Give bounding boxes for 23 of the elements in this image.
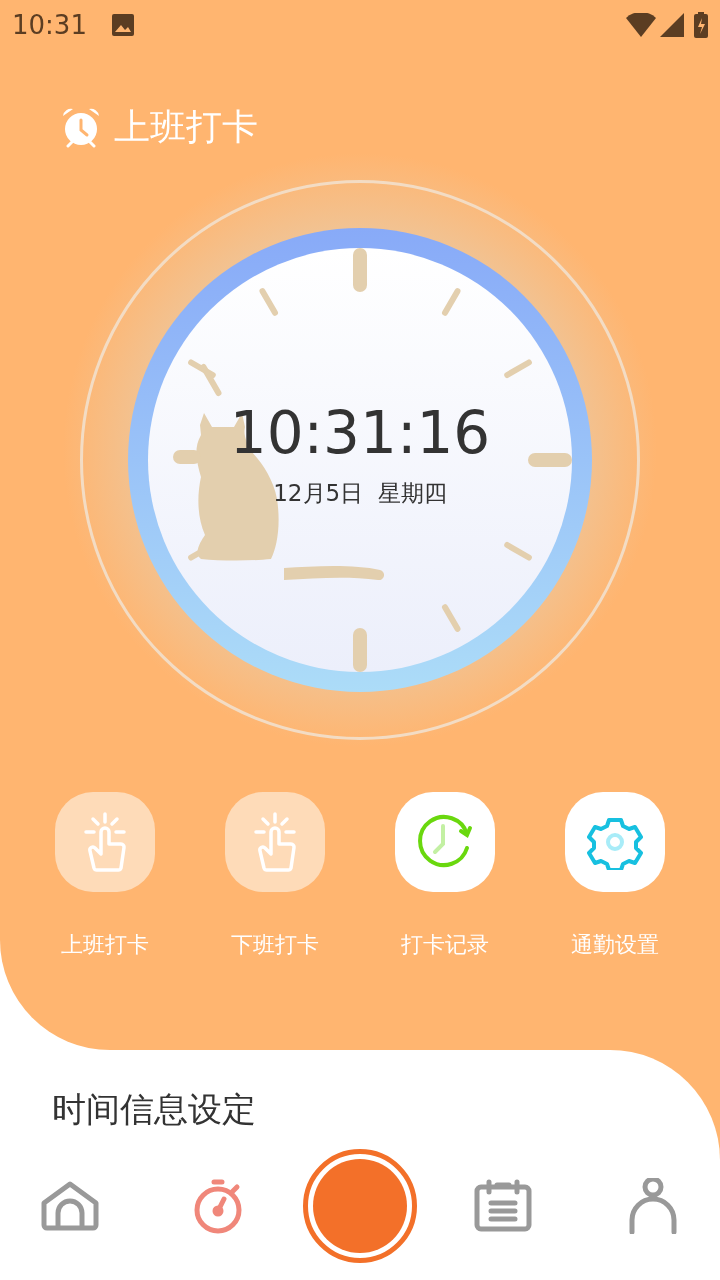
battery-icon xyxy=(694,12,708,38)
action-button[interactable] xyxy=(565,792,665,892)
tap-icon xyxy=(251,810,299,874)
action-label: 上班打卡 xyxy=(61,931,149,959)
status-time: 10:31 xyxy=(12,8,87,42)
action-button[interactable] xyxy=(55,792,155,892)
action-button[interactable] xyxy=(225,792,325,892)
page-title: 上班打卡 xyxy=(114,105,258,149)
signal-icon xyxy=(660,13,684,37)
home-icon[interactable] xyxy=(40,1181,100,1231)
section-title: 时间信息设定 xyxy=(52,1088,256,1131)
person-icon[interactable] xyxy=(628,1178,678,1234)
action-button[interactable] xyxy=(395,792,495,892)
action-label: 下班打卡 xyxy=(231,931,319,959)
clock-date: 12月5日 星期四 xyxy=(273,479,447,508)
action-label: 通勤设置 xyxy=(571,931,659,959)
clock-time: 10:31:16 xyxy=(229,398,491,468)
calendar-icon[interactable] xyxy=(473,1179,533,1233)
alarm-clock-icon xyxy=(60,106,102,148)
tap-icon xyxy=(81,810,129,874)
wifi-icon xyxy=(626,13,656,37)
action-label: 打卡记录 xyxy=(401,931,489,959)
image-icon xyxy=(110,13,135,37)
